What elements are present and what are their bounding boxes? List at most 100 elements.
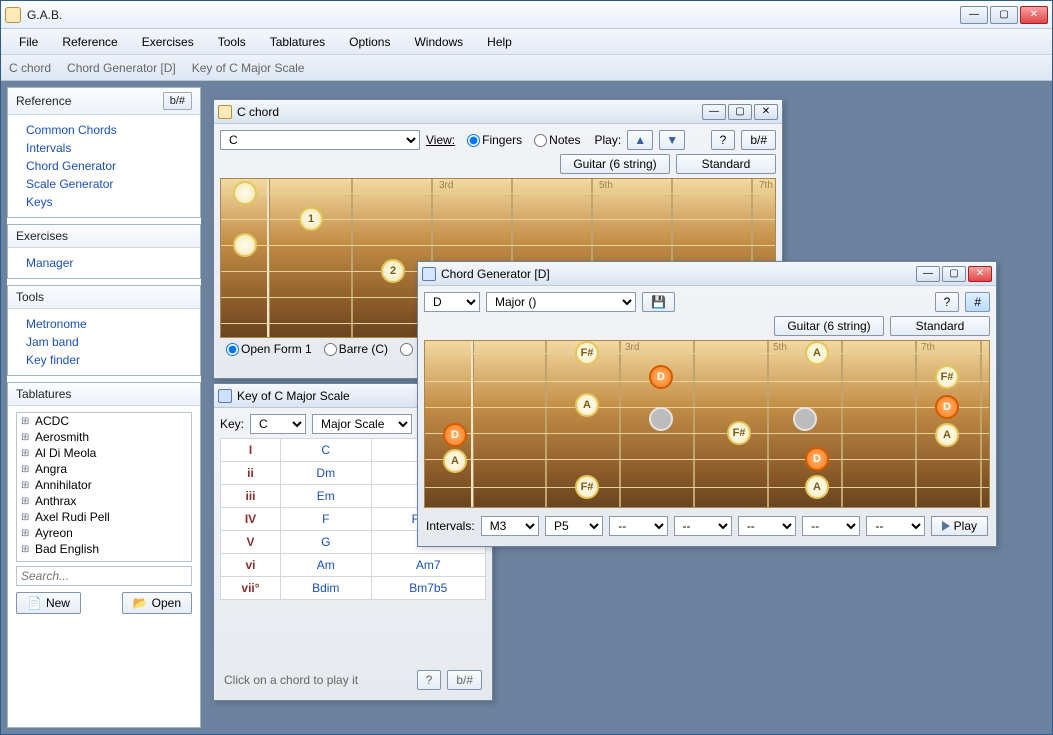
form-barre[interactable]: Barre (C)	[318, 342, 388, 356]
fret-note: D	[805, 447, 829, 471]
document-tabs: C chord Chord Generator [D] Key of C Maj…	[1, 55, 1052, 81]
play-button[interactable]: Play	[931, 516, 988, 536]
view-fingers[interactable]: Fingers	[461, 133, 522, 147]
reference-sharp-button[interactable]: b/#	[163, 92, 192, 110]
scale-select[interactable]: Major Scale	[312, 414, 412, 434]
gen-help[interactable]: ?	[935, 292, 960, 312]
chord-cell[interactable]: C	[281, 439, 372, 462]
gen-type-select[interactable]: Major ()	[486, 292, 636, 312]
menu-tools[interactable]: Tools	[208, 32, 256, 52]
chord-cell[interactable]: F	[281, 508, 372, 531]
ref-chord-generator[interactable]: Chord Generator	[16, 157, 192, 175]
ref-common-chords[interactable]: Common Chords	[16, 121, 192, 139]
interval-7[interactable]: --	[866, 516, 924, 536]
view-notes[interactable]: Notes	[528, 133, 580, 147]
chord-cell[interactable]: G	[281, 531, 372, 554]
interval-3[interactable]: --	[609, 516, 667, 536]
panel-tools: Tools Metronome Jam band Key finder	[7, 285, 201, 376]
key-help[interactable]: ?	[417, 670, 442, 690]
key-sharp[interactable]: b/#	[447, 670, 482, 690]
panel-exercises-title: Exercises	[16, 229, 68, 243]
menu-exercises[interactable]: Exercises	[132, 32, 204, 52]
tree-item[interactable]: Anthrax	[17, 493, 191, 509]
gen-root-select[interactable]: D	[424, 292, 480, 312]
tree-item[interactable]: Angra	[17, 461, 191, 477]
gen-min[interactable]: —	[916, 266, 940, 282]
ref-intervals[interactable]: Intervals	[16, 139, 192, 157]
degree-cell: iii	[221, 485, 281, 508]
play-icon	[942, 521, 950, 531]
cchord-min[interactable]: —	[702, 104, 726, 120]
tab-key[interactable]: Key of C Major Scale	[192, 61, 305, 75]
gen-close[interactable]: ✕	[968, 266, 992, 282]
tree-item[interactable]: Axel Rudi Pell	[17, 509, 191, 525]
interval-4[interactable]: --	[674, 516, 732, 536]
main-window: G.A.B. — ▢ ✕ File Reference Exercises To…	[0, 0, 1053, 735]
tool-metronome[interactable]: Metronome	[16, 315, 192, 333]
menu-options[interactable]: Options	[339, 32, 400, 52]
tool-key-finder[interactable]: Key finder	[16, 351, 192, 369]
chord-cell[interactable]: Am	[281, 554, 372, 577]
play-up[interactable]: ▲	[627, 130, 653, 150]
menu-tablatures[interactable]: Tablatures	[260, 32, 335, 52]
gen-title: Chord Generator [D]	[441, 267, 916, 281]
menu-windows[interactable]: Windows	[404, 32, 473, 52]
cchord-max[interactable]: ▢	[728, 104, 752, 120]
key-icon	[218, 389, 232, 403]
ref-keys[interactable]: Keys	[16, 193, 192, 211]
form-extra[interactable]	[394, 342, 415, 356]
chord-cell[interactable]: Bdim	[281, 577, 372, 600]
new-tab-button[interactable]: 📄New	[16, 592, 81, 614]
gen-instrument[interactable]: Guitar (6 string)	[774, 316, 884, 336]
open-tab-button[interactable]: 📂Open	[122, 592, 192, 614]
cchord-title: C chord	[237, 105, 702, 119]
play-down[interactable]: ▼	[659, 130, 685, 150]
tree-item[interactable]: ACDC	[17, 413, 191, 429]
tab-cchord[interactable]: C chord	[9, 61, 51, 75]
menu-reference[interactable]: Reference	[52, 32, 127, 52]
minimize-button[interactable]: —	[960, 6, 988, 24]
chord-cell[interactable]: Am7	[371, 554, 486, 577]
menu-help[interactable]: Help	[477, 32, 522, 52]
cchord-tuning[interactable]: Standard	[676, 154, 776, 174]
gen-sharp[interactable]: #	[965, 292, 990, 312]
interval-5[interactable]: --	[738, 516, 796, 536]
tree-item[interactable]: Ayreon	[17, 525, 191, 541]
cchord-close[interactable]: ✕	[754, 104, 778, 120]
fret-note: A	[805, 341, 829, 365]
tablature-tree[interactable]: ACDC Aerosmith Al Di Meola Angra Annihil…	[16, 412, 192, 562]
cchord-sharp[interactable]: b/#	[741, 130, 776, 150]
tree-item[interactable]: Al Di Meola	[17, 445, 191, 461]
cchord-help[interactable]: ?	[711, 130, 736, 150]
form-open[interactable]: Open Form 1	[220, 342, 312, 356]
key-select[interactable]: C	[250, 414, 306, 434]
cchord-root-select[interactable]: C	[220, 130, 420, 150]
folder-icon: 📂	[133, 596, 148, 610]
interval-2[interactable]: P5	[545, 516, 603, 536]
ref-scale-generator[interactable]: Scale Generator	[16, 175, 192, 193]
titlebar: G.A.B. — ▢ ✕	[1, 1, 1052, 29]
tablature-search[interactable]	[16, 566, 192, 586]
maximize-button[interactable]: ▢	[990, 6, 1018, 24]
interval-1[interactable]: M3	[481, 516, 539, 536]
chord-cell[interactable]: Dm	[281, 462, 372, 485]
chord-cell[interactable]: Em	[281, 485, 372, 508]
tree-item[interactable]: Aerosmith	[17, 429, 191, 445]
content-area: Reference b/# Common Chords Intervals Ch…	[1, 81, 1052, 734]
open-string	[233, 233, 257, 257]
tool-jam-band[interactable]: Jam band	[16, 333, 192, 351]
gen-max[interactable]: ▢	[942, 266, 966, 282]
cchord-instrument[interactable]: Guitar (6 string)	[560, 154, 670, 174]
save-button[interactable]: 💾	[642, 292, 675, 312]
panel-tools-title: Tools	[16, 290, 44, 304]
chord-cell[interactable]: Bm7b5	[371, 577, 486, 600]
ex-manager[interactable]: Manager	[16, 254, 192, 272]
interval-6[interactable]: --	[802, 516, 860, 536]
chord-icon	[218, 105, 232, 119]
close-button[interactable]: ✕	[1020, 6, 1048, 24]
menu-file[interactable]: File	[9, 32, 48, 52]
tab-chordgen[interactable]: Chord Generator [D]	[67, 61, 176, 75]
tree-item[interactable]: Annihilator	[17, 477, 191, 493]
tree-item[interactable]: Bad English	[17, 541, 191, 557]
gen-tuning[interactable]: Standard	[890, 316, 990, 336]
